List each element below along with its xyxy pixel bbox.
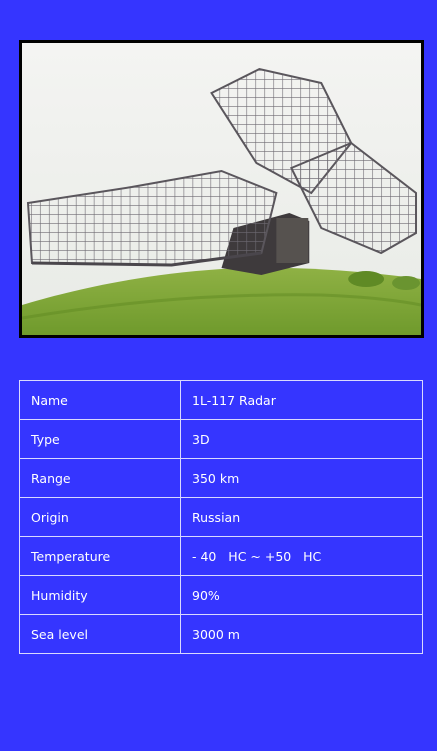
- table-row: Type 3D: [19, 419, 423, 459]
- spec-value-origin: Russian: [180, 497, 423, 537]
- spec-label-range: Range: [19, 458, 181, 498]
- spec-value-sea-level: 3000 m: [180, 614, 423, 654]
- spec-label-origin: Origin: [19, 497, 181, 537]
- table-row: Sea level 3000 m: [19, 614, 423, 654]
- table-row: Humidity 90%: [19, 575, 423, 615]
- spec-value-name: 1L-117 Radar: [180, 380, 423, 420]
- spec-table: Name 1L-117 Radar Type 3D Range 350 km O…: [19, 380, 423, 654]
- spec-label-sea-level: Sea level: [19, 614, 181, 654]
- table-row: Origin Russian: [19, 497, 423, 537]
- radar-photo: [19, 40, 424, 338]
- radar-illustration: [22, 43, 421, 335]
- spec-label-temperature: Temperature: [19, 536, 181, 576]
- spec-value-type: 3D: [180, 419, 423, 459]
- spec-value-temperature: - 40 HC ~ +50 HC: [180, 536, 423, 576]
- table-row: Temperature - 40 HC ~ +50 HC: [19, 536, 423, 576]
- table-row: Name 1L-117 Radar: [19, 380, 423, 420]
- spec-value-humidity: 90%: [180, 575, 423, 615]
- spec-label-type: Type: [19, 419, 181, 459]
- table-row: Range 350 km: [19, 458, 423, 498]
- spec-value-range: 350 km: [180, 458, 423, 498]
- spec-label-humidity: Humidity: [19, 575, 181, 615]
- spec-label-name: Name: [19, 380, 181, 420]
